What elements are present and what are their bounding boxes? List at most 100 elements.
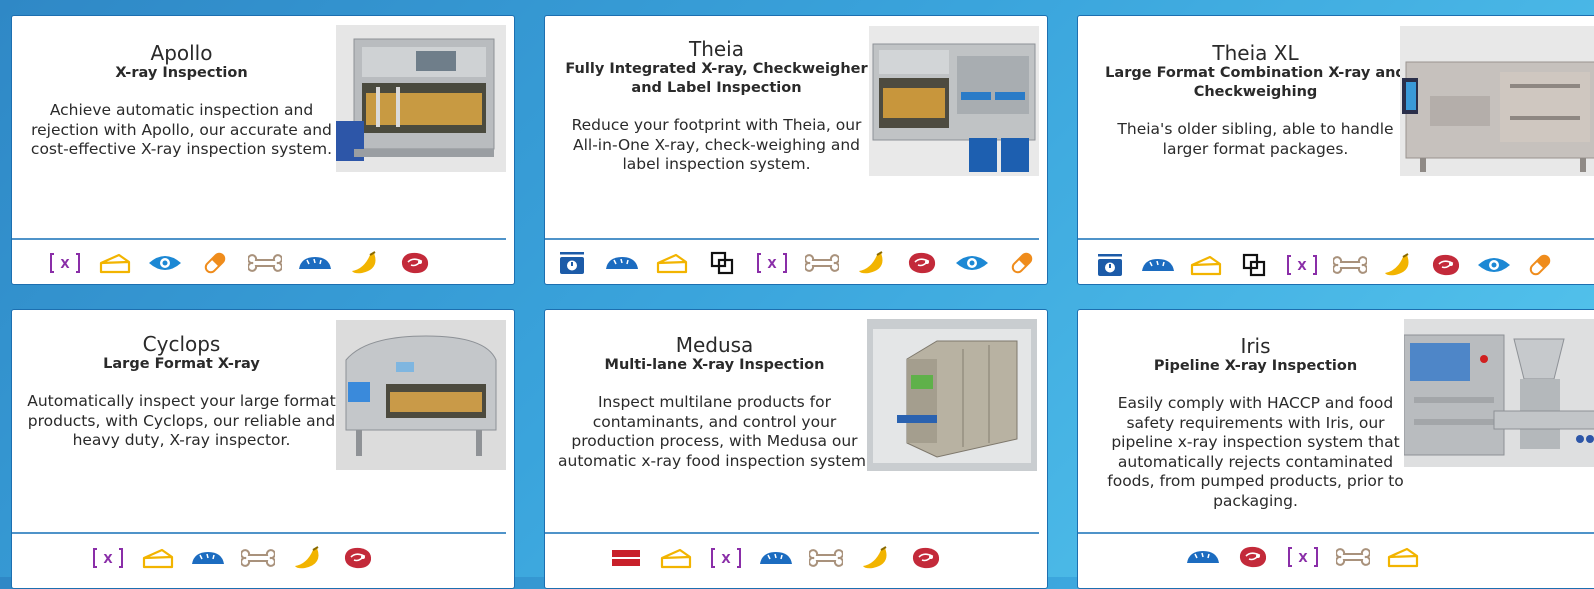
- cheese-icon: [90, 250, 140, 276]
- product-description: Achieve automatic inspection and rejecti…: [30, 101, 333, 158]
- banana-icon: [847, 250, 897, 276]
- product-description: Reduce your footprint with Theia, our Al…: [571, 116, 862, 173]
- bread-icon: [597, 250, 647, 276]
- product-subtitle: Large Format Combination X-ray and Check…: [1105, 65, 1406, 100]
- xray-icon: X: [747, 250, 797, 276]
- card-text: Medusa Multi-lane X-ray Inspection Inspe…: [557, 334, 872, 471]
- xray-icon: X: [1278, 544, 1328, 570]
- bone-icon: [1326, 252, 1374, 278]
- product-subtitle: X-ray Inspection: [115, 65, 248, 81]
- pill-icon: [1518, 252, 1562, 278]
- card-text: Theia Fully Integrated X-ray, Checkweigh…: [559, 38, 874, 175]
- card-text: Apollo X-ray Inspection Achieve automati…: [24, 42, 339, 160]
- weight-icon: [1086, 252, 1134, 278]
- bone-icon: [240, 250, 290, 276]
- banana-icon: [1374, 252, 1422, 278]
- theia-machine-photo: [869, 26, 1039, 176]
- banana-icon: [283, 545, 333, 571]
- cheese-icon: [1378, 544, 1428, 570]
- product-card-cyclops[interactable]: Cyclops Large Format X-ray Automatically…: [11, 309, 515, 589]
- bread-icon: [1134, 252, 1182, 278]
- xray-icon: X: [1278, 252, 1326, 278]
- svg-text:X: X: [60, 257, 70, 271]
- eye-icon: [140, 250, 190, 276]
- svg-text:X: X: [1298, 551, 1308, 565]
- icon-row: X: [40, 250, 440, 276]
- pill-icon: [190, 250, 240, 276]
- icon-row: X: [547, 250, 1047, 276]
- product-card-theia[interactable]: Theia Fully Integrated X-ray, Checkweigh…: [544, 15, 1048, 285]
- eye-icon: [1470, 252, 1518, 278]
- svg-text:X: X: [103, 552, 113, 566]
- multilane-icon: [601, 545, 651, 571]
- label-icon: [697, 250, 747, 276]
- meat-icon: [1228, 544, 1278, 570]
- meat-icon: [901, 545, 951, 571]
- product-subtitle: Large Format X-ray: [103, 356, 260, 372]
- icon-row: X: [1178, 544, 1428, 570]
- theia-xl-machine-photo: [1400, 26, 1594, 176]
- card-divider: [12, 238, 506, 240]
- product-card-apollo[interactable]: Apollo X-ray Inspection Achieve automati…: [11, 15, 515, 285]
- svg-text:X: X: [1297, 259, 1307, 273]
- xray-icon: X: [40, 250, 90, 276]
- icon-row: X: [83, 545, 383, 571]
- bone-icon: [797, 250, 847, 276]
- meat-icon: [1422, 252, 1470, 278]
- product-title: Iris: [1240, 334, 1271, 358]
- product-subtitle: Multi-lane X-ray Inspection: [604, 357, 825, 373]
- product-title: Theia: [688, 37, 744, 61]
- weight-icon: [547, 250, 597, 276]
- card-divider: [12, 532, 506, 534]
- meat-icon: [390, 250, 440, 276]
- xray-icon: X: [83, 545, 133, 571]
- bread-icon: [1178, 544, 1228, 570]
- product-card-medusa[interactable]: Medusa Multi-lane X-ray Inspection Inspe…: [544, 309, 1048, 589]
- xray-icon: X: [701, 545, 751, 571]
- bread-icon: [183, 545, 233, 571]
- card-divider: [545, 238, 1039, 240]
- svg-text:X: X: [767, 257, 777, 271]
- card-text: Iris Pipeline X-ray Inspection Easily co…: [1098, 335, 1413, 511]
- icon-row: X: [1086, 252, 1562, 278]
- icon-row: X: [601, 545, 951, 571]
- card-text: Cyclops Large Format X-ray Automatically…: [24, 333, 339, 451]
- product-title: Medusa: [675, 333, 754, 357]
- product-card-iris[interactable]: Iris Pipeline X-ray Inspection Easily co…: [1077, 309, 1594, 589]
- card-divider: [545, 532, 1039, 534]
- product-description: Inspect multilane products for contamina…: [558, 393, 871, 470]
- card-text: Theia XL Large Format Combination X-ray …: [1098, 42, 1413, 159]
- banana-icon: [340, 250, 390, 276]
- label-icon: [1230, 252, 1278, 278]
- iris-machine-photo: [1404, 319, 1594, 467]
- cyclops-machine-photo: [336, 320, 506, 470]
- bread-icon: [290, 250, 340, 276]
- cheese-icon: [647, 250, 697, 276]
- bone-icon: [801, 545, 851, 571]
- product-title: Cyclops: [142, 332, 221, 356]
- card-divider: [1078, 238, 1594, 240]
- cheese-icon: [133, 545, 183, 571]
- cheese-icon: [651, 545, 701, 571]
- eye-icon: [947, 250, 997, 276]
- product-subtitle: Fully Integrated X-ray, Checkweigher and…: [565, 61, 868, 96]
- bone-icon: [233, 545, 283, 571]
- card-divider: [1078, 532, 1594, 534]
- pill-icon: [997, 250, 1047, 276]
- svg-text:X: X: [721, 552, 731, 566]
- medusa-machine-photo: [867, 319, 1037, 471]
- cheese-icon: [1182, 252, 1230, 278]
- meat-icon: [897, 250, 947, 276]
- product-card-theia-xl[interactable]: Theia XL Large Format Combination X-ray …: [1077, 15, 1594, 285]
- product-description: Automatically inspect your large format …: [27, 392, 336, 449]
- apollo-machine-photo: [336, 25, 506, 172]
- bone-icon: [1328, 544, 1378, 570]
- product-description: Theia's older sibling, able to handle la…: [1117, 120, 1394, 158]
- product-subtitle: Pipeline X-ray Inspection: [1153, 358, 1358, 374]
- banana-icon: [851, 545, 901, 571]
- product-description: Easily comply with HACCP and food safety…: [1107, 394, 1404, 510]
- bread-icon: [751, 545, 801, 571]
- product-title: Theia XL: [1212, 41, 1299, 65]
- meat-icon: [333, 545, 383, 571]
- product-title: Apollo: [150, 41, 213, 65]
